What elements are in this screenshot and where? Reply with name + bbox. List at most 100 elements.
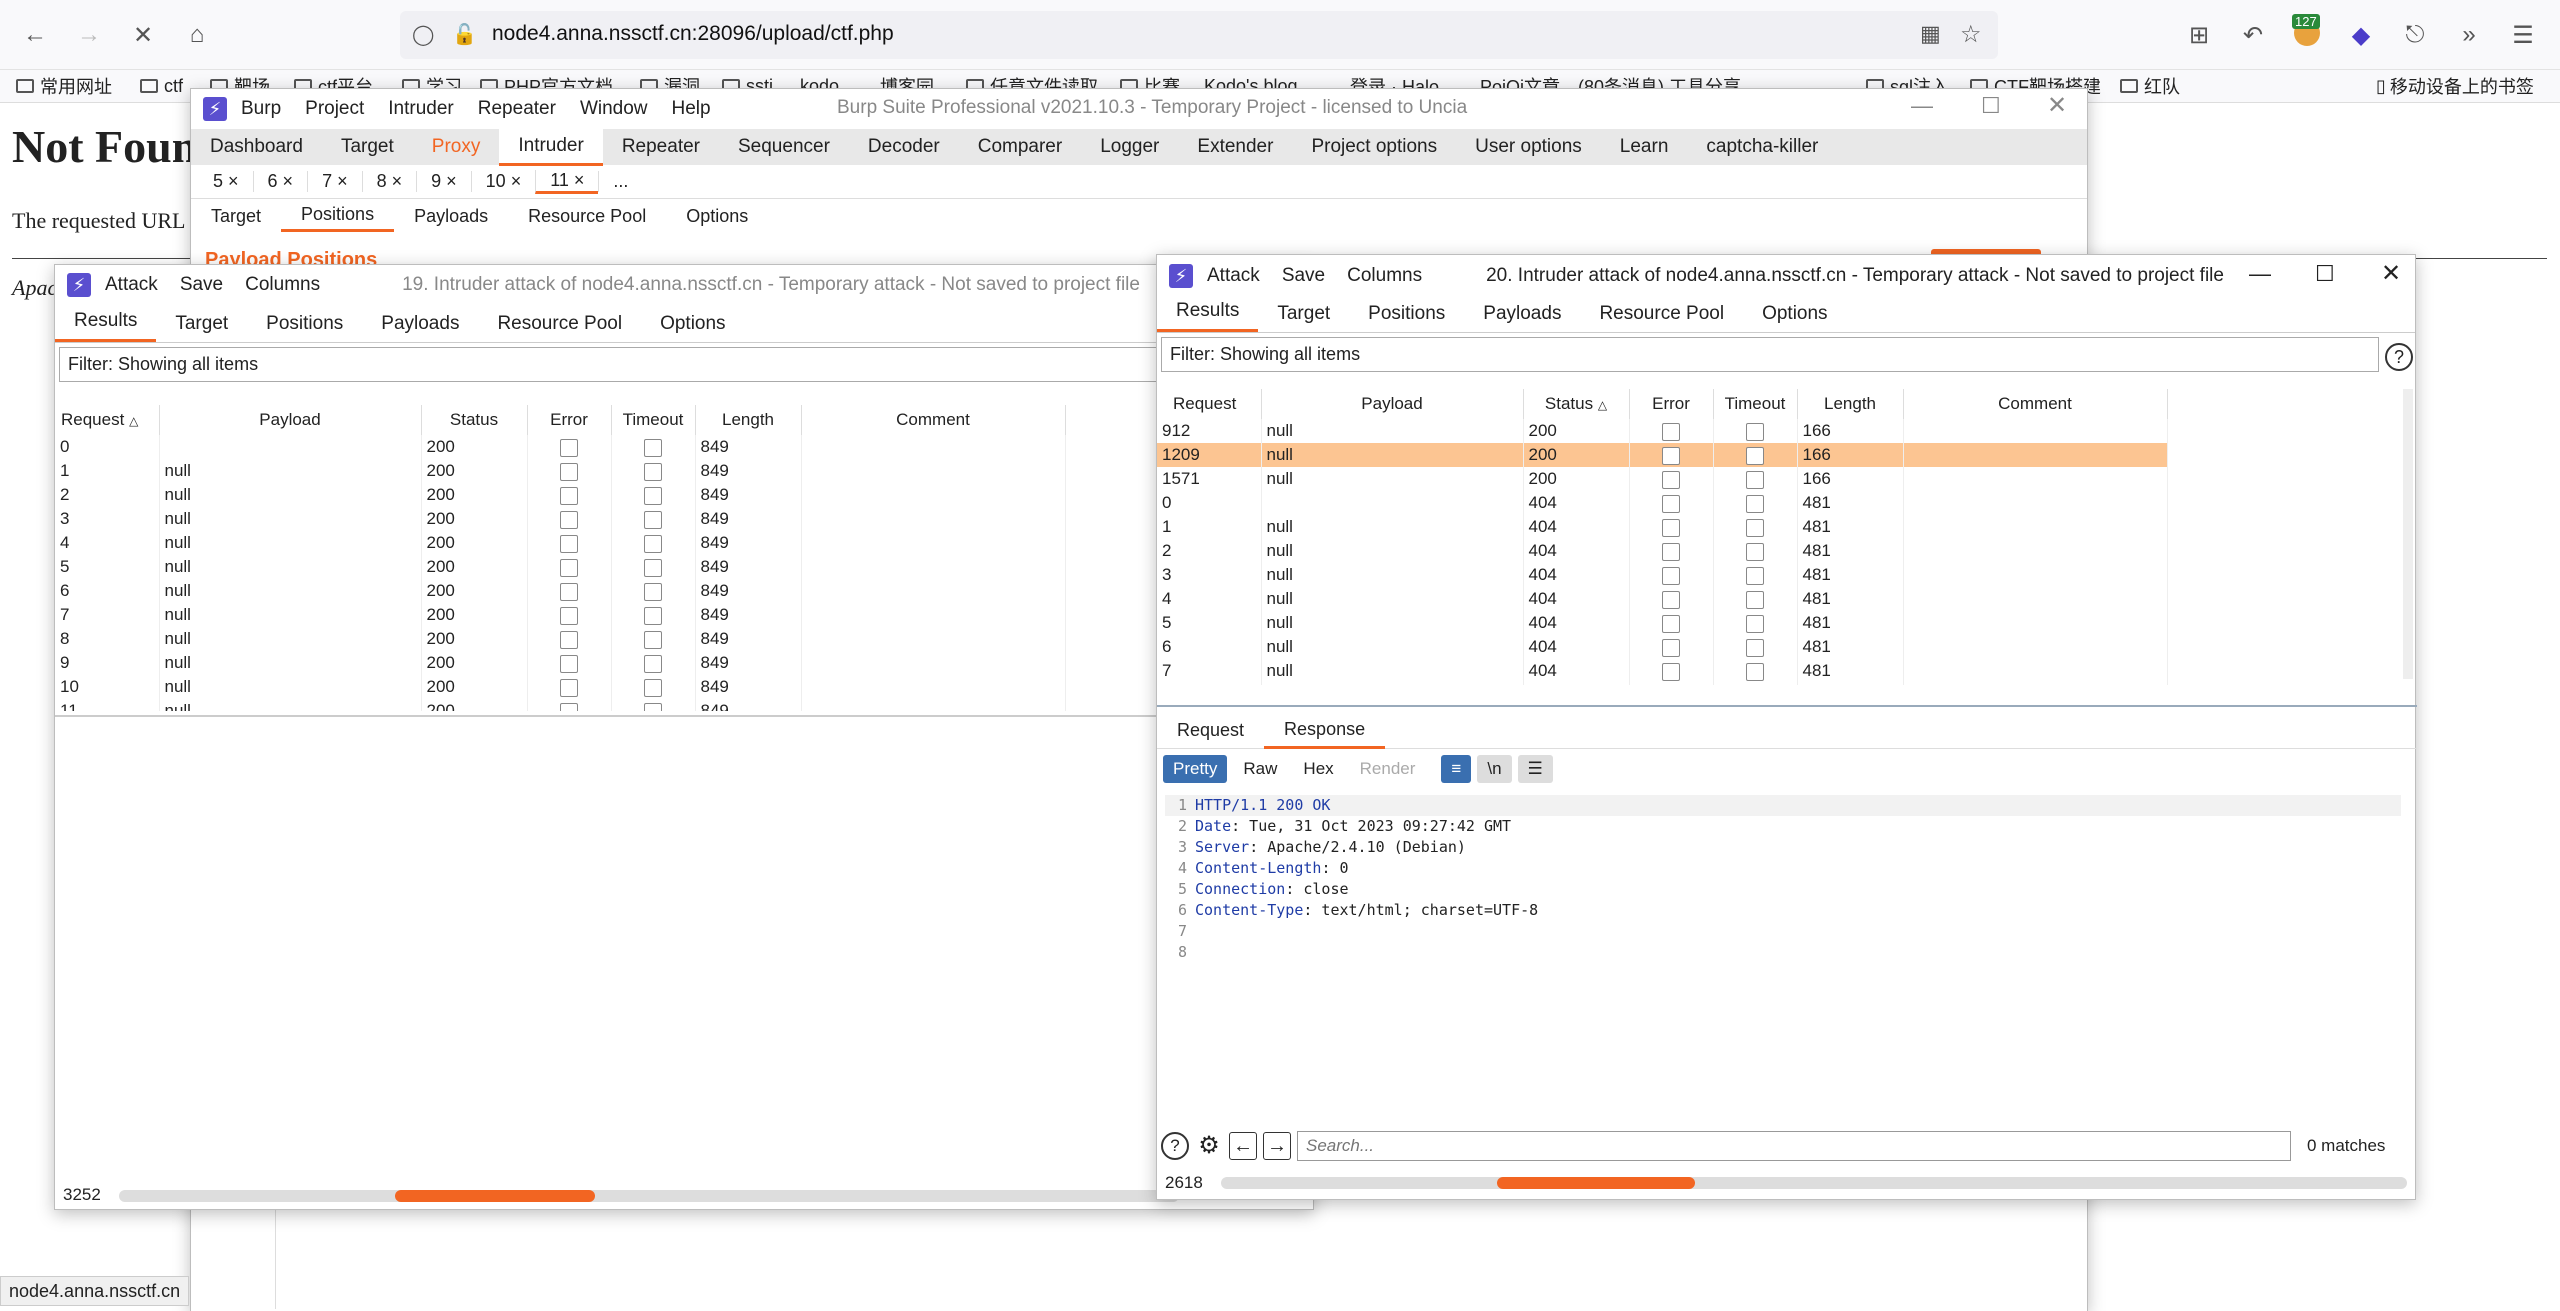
menu-attack[interactable]: Attack — [105, 274, 158, 296]
help-icon[interactable]: ? — [1161, 1132, 1189, 1160]
url-bar[interactable]: ◯ 🔓 node4.anna.nssctf.cn:28096/upload/ct… — [400, 11, 1998, 59]
col-error[interactable]: Error — [527, 405, 612, 435]
bookmark-18[interactable]: 红队 — [2120, 72, 2180, 100]
tab-extender[interactable]: Extender — [1178, 136, 1292, 158]
pretty-button[interactable]: Pretty — [1163, 755, 1228, 783]
table-row[interactable]: 6 null 200 849 — [55, 579, 1066, 603]
col-comment[interactable]: Comment — [801, 405, 1066, 435]
wrap-lines-icon[interactable]: ≡ — [1441, 755, 1472, 783]
table-row[interactable]: 1571 null 200 166 — [1157, 467, 2168, 491]
puzzle-icon[interactable]: ⎋ — [2398, 18, 2432, 52]
tab-user-options[interactable]: User options — [1456, 136, 1601, 158]
tab-target[interactable]: Target — [322, 136, 413, 158]
table-row[interactable]: 6 null 404 481 — [1157, 635, 2168, 659]
menu-burp[interactable]: Burp — [241, 98, 281, 120]
col-length[interactable]: Length — [1797, 389, 1904, 419]
table-row[interactable]: 5 null 404 481 — [1157, 611, 2168, 635]
subtab-target[interactable]: Target — [191, 206, 281, 227]
attack19-scrollbar[interactable] — [119, 1190, 1179, 1202]
subtab-options[interactable]: Options — [666, 206, 768, 227]
url-text[interactable]: node4.anna.nssctf.cn:28096/upload/ctf.ph… — [492, 22, 894, 46]
tab-positions[interactable]: Positions — [247, 306, 362, 342]
previous-match-icon[interactable]: ← — [1229, 1132, 1257, 1160]
col-length[interactable]: Length — [695, 405, 802, 435]
tab-repeater[interactable]: Repeater — [603, 136, 719, 158]
tab-resource-pool[interactable]: Resource Pool — [1580, 296, 1743, 332]
menu-window[interactable]: Window — [580, 98, 648, 120]
table-scrollbar[interactable] — [2403, 389, 2413, 679]
back-icon[interactable]: ← — [18, 18, 52, 52]
tab-dashboard[interactable]: Dashboard — [191, 136, 322, 158]
tab-request[interactable]: Request — [1157, 714, 1264, 747]
subtab-positions[interactable]: Positions — [281, 200, 395, 232]
tab-sequencer[interactable]: Sequencer — [719, 136, 849, 158]
split-divider[interactable] — [55, 715, 1315, 717]
col-timeout[interactable]: Timeout — [1713, 389, 1798, 419]
render-button[interactable]: Render — [1350, 755, 1426, 783]
table-row[interactable]: 0 200 849 — [55, 435, 1066, 459]
maximize-icon[interactable]: ☐ — [1981, 93, 2001, 119]
attack-tab-8[interactable]: 8 × — [361, 171, 417, 192]
show-newlines-button[interactable]: \n — [1477, 755, 1512, 783]
col-timeout[interactable]: Timeout — [611, 405, 696, 435]
attack-tab-more[interactable]: ... — [598, 171, 642, 192]
table-row[interactable]: 3 null 404 481 — [1157, 563, 2168, 587]
menu-project[interactable]: Project — [305, 98, 364, 120]
table-row[interactable]: 11 null 200 849 — [55, 699, 1066, 711]
tab-results[interactable]: Results — [55, 303, 157, 342]
tab-response[interactable]: Response — [1264, 713, 1386, 749]
col-request[interactable]: Request △ — [55, 405, 160, 435]
table-row[interactable]: 9 null 200 849 — [55, 651, 1066, 675]
tab-results[interactable]: Results — [1157, 293, 1259, 332]
scroll-thumb[interactable] — [395, 1190, 595, 1202]
menu-save[interactable]: Save — [180, 274, 223, 296]
col-comment[interactable]: Comment — [1903, 389, 2168, 419]
subtab-resource-pool[interactable]: Resource Pool — [508, 206, 666, 227]
tab-resource-pool[interactable]: Resource Pool — [478, 306, 641, 342]
settings-gear-icon[interactable]: ⚙ — [1195, 1132, 1223, 1160]
undo-icon[interactable]: ↶ — [2236, 18, 2270, 52]
bookmark-1[interactable]: ctf — [140, 72, 183, 100]
attack-tab-10[interactable]: 10 × — [470, 171, 536, 192]
col-status[interactable]: Status △ — [1523, 389, 1630, 419]
tab-logger[interactable]: Logger — [1081, 136, 1178, 158]
table-row[interactable]: 2 null 200 849 — [55, 483, 1066, 507]
tab-project-options[interactable]: Project options — [1292, 136, 1456, 158]
raw-button[interactable]: Raw — [1233, 755, 1287, 783]
stop-icon[interactable]: ✕ — [126, 18, 160, 52]
tab-target[interactable]: Target — [156, 306, 247, 342]
table-row[interactable]: 2 null 404 481 — [1157, 539, 2168, 563]
tab-learn[interactable]: Learn — [1601, 136, 1688, 158]
table-row[interactable]: 912 null 200 166 — [1157, 419, 2168, 443]
qr-code-icon[interactable]: ▦ — [1920, 21, 1941, 47]
table-row[interactable]: 1 null 200 849 — [55, 459, 1066, 483]
col-error[interactable]: Error — [1629, 389, 1714, 419]
table-row[interactable]: 8 null 200 849 — [55, 627, 1066, 651]
subtab-payloads[interactable]: Payloads — [394, 206, 508, 227]
attack20-filter[interactable]: Filter: Showing all items — [1161, 337, 2379, 372]
minimize-icon[interactable]: — — [1911, 93, 1933, 119]
tab-options[interactable]: Options — [1743, 296, 1846, 332]
split-divider[interactable] — [1157, 705, 2417, 707]
tab-positions[interactable]: Positions — [1349, 296, 1464, 332]
help-icon[interactable]: ? — [2385, 343, 2413, 371]
tab-payloads[interactable]: Payloads — [1464, 296, 1580, 332]
extension-badge-icon[interactable]: 127 — [2292, 14, 2320, 46]
star-icon[interactable]: ☆ — [1960, 20, 1982, 49]
maximize-icon[interactable]: ☐ — [2315, 261, 2335, 287]
attack-tab-7[interactable]: 7 × — [307, 171, 362, 192]
menu-save[interactable]: Save — [1282, 265, 1325, 287]
options-menu-icon[interactable]: ☰ — [1517, 755, 1553, 783]
table-row-selected[interactable]: 1209 null 200 166 — [1157, 443, 2168, 467]
search-input[interactable] — [1297, 1131, 2291, 1161]
tab-payloads[interactable]: Payloads — [362, 306, 478, 342]
menu-repeater[interactable]: Repeater — [478, 98, 556, 120]
attack-tab-5[interactable]: 5 × — [199, 171, 253, 192]
hex-button[interactable]: Hex — [1293, 755, 1343, 783]
table-row[interactable]: 0 404 481 — [1157, 491, 2168, 515]
tab-captcha-killer[interactable]: captcha-killer — [1687, 136, 1837, 158]
attack-tab-6[interactable]: 6 × — [252, 171, 308, 192]
menu-help[interactable]: Help — [672, 98, 711, 120]
tab-intruder[interactable]: Intruder — [499, 128, 603, 166]
more-tools-icon[interactable]: » — [2452, 18, 2486, 52]
